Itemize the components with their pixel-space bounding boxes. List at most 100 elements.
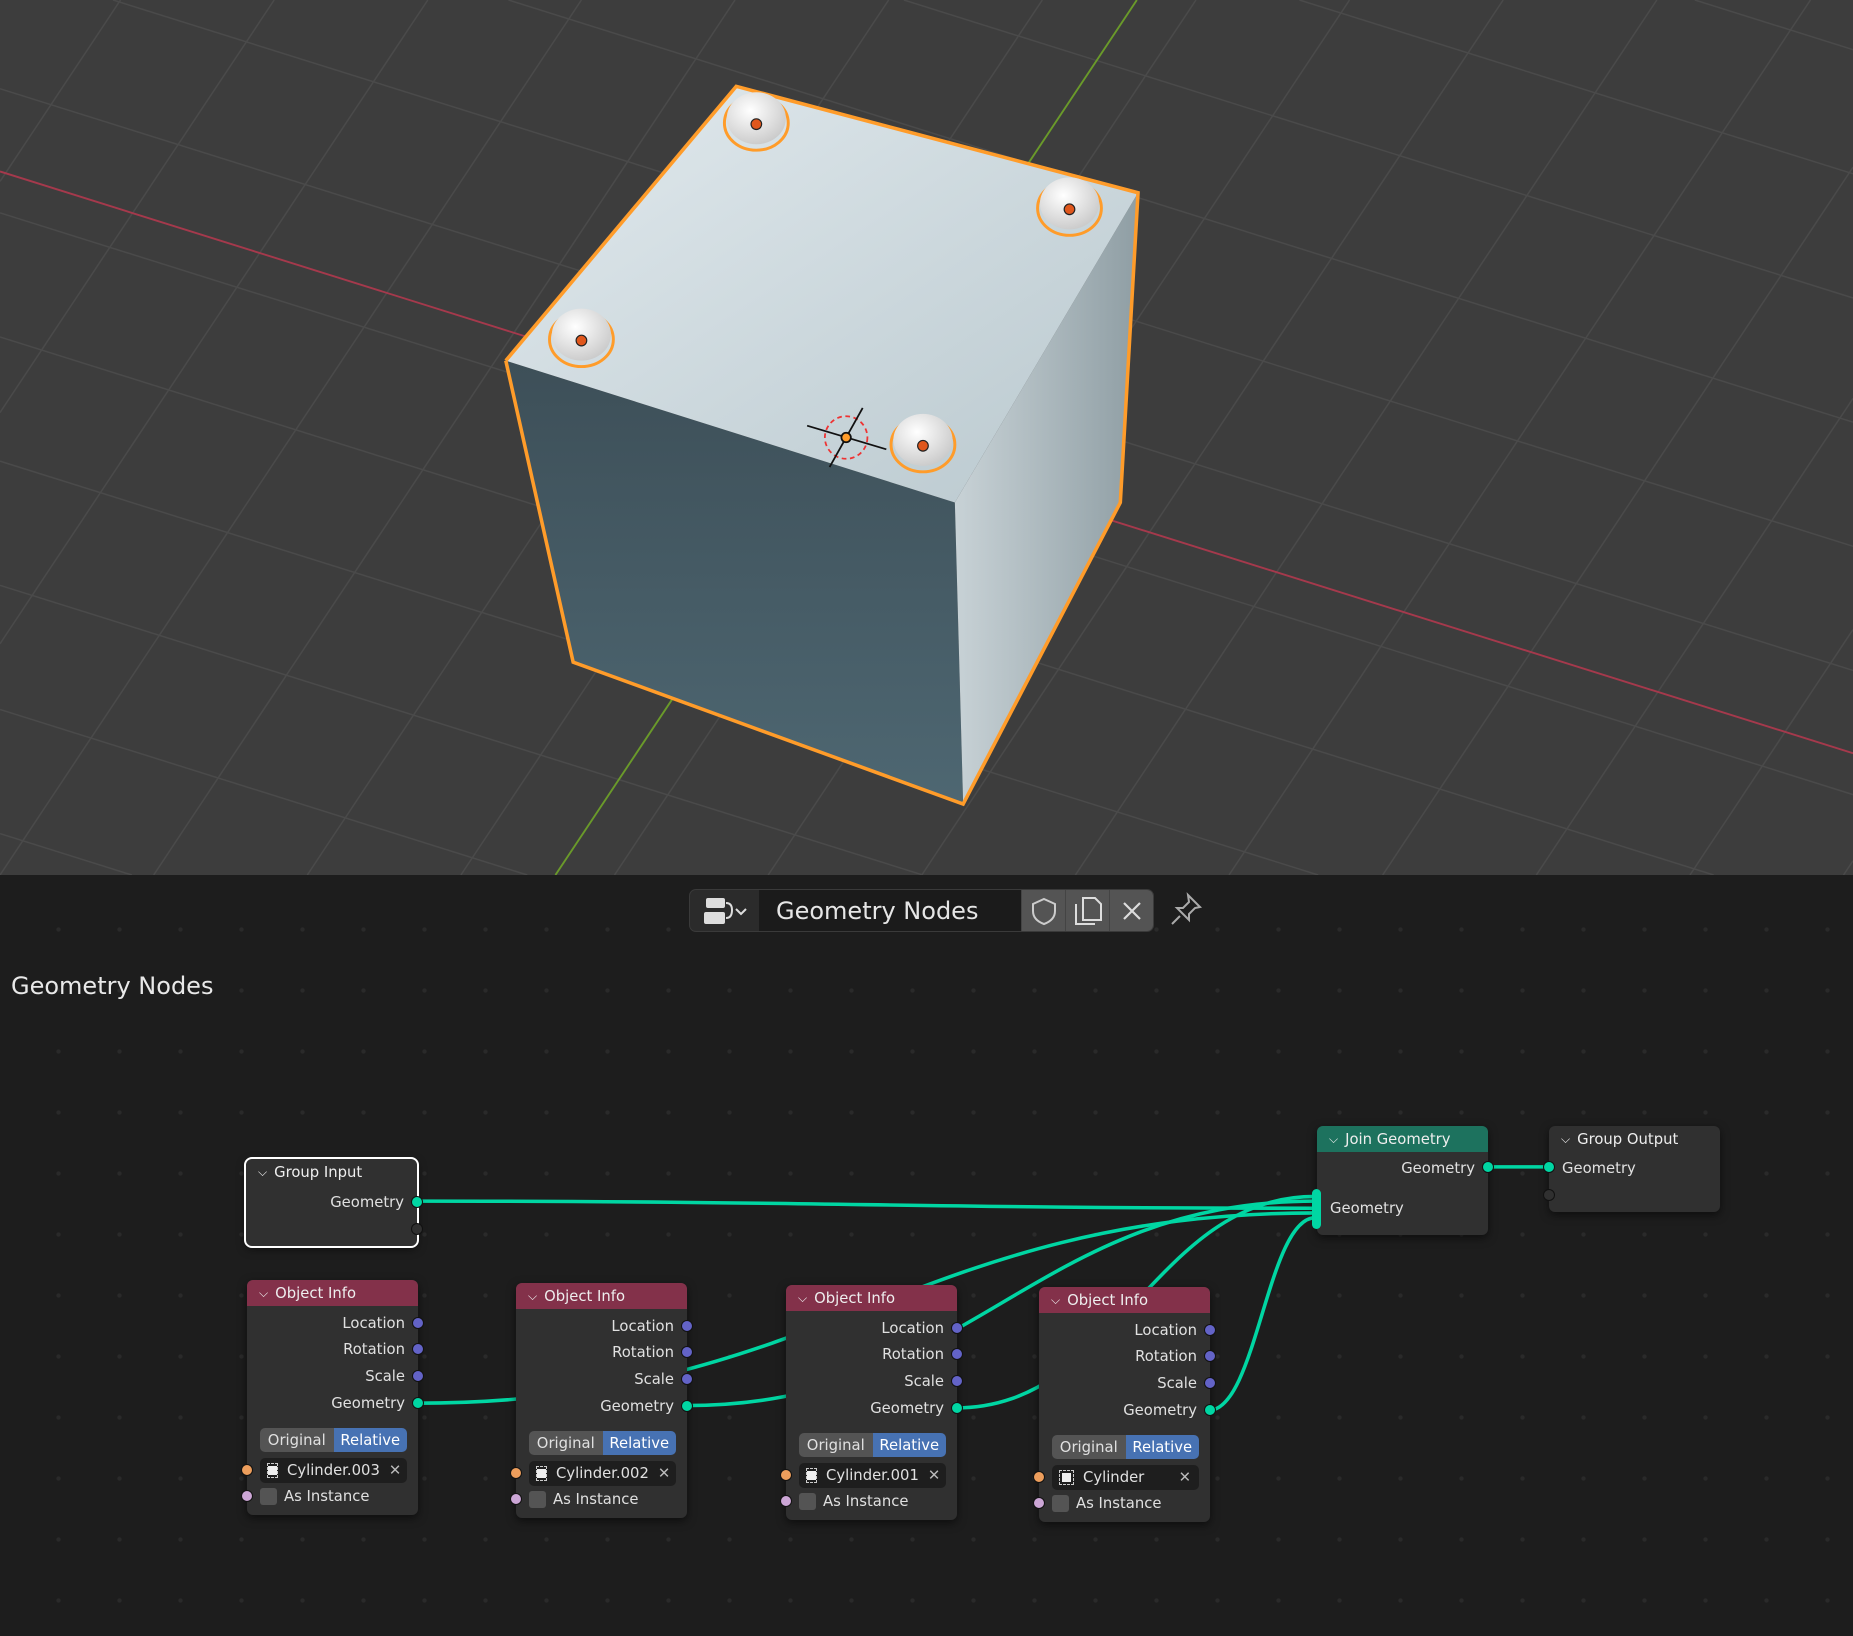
input-label: Geometry — [1562, 1159, 1636, 1177]
output-label: Location — [881, 1319, 944, 1337]
object-field[interactable]: Cylinder.001 ✕ — [799, 1463, 946, 1488]
empty-socket[interactable] — [1543, 1189, 1555, 1201]
editor-title: Geometry Nodes — [11, 972, 214, 1000]
geometry-input-socket[interactable] — [1543, 1161, 1555, 1173]
fake-user-button[interactable] — [1021, 890, 1065, 931]
vector-output-socket[interactable] — [412, 1370, 424, 1382]
collapse-chevron-icon[interactable]: ⌵ — [1329, 1132, 1338, 1147]
vector-output-socket[interactable] — [1204, 1350, 1216, 1362]
group-output-node[interactable]: ⌵ Group Output Geometry — [1543, 1126, 1720, 1212]
geometry-output-socket[interactable] — [412, 1397, 424, 1409]
join-geometry-node[interactable]: ⌵ Join Geometry Geometry Geometry — [1312, 1126, 1494, 1235]
node-link — [417, 1199, 1316, 1211]
duplicate-icon — [1074, 896, 1102, 925]
as-instance-label: As Instance — [284, 1488, 370, 1505]
vector-output-socket[interactable] — [1204, 1324, 1216, 1336]
relative-option[interactable]: Relative — [872, 1433, 946, 1457]
vector-output-socket[interactable] — [681, 1373, 693, 1385]
original-option[interactable]: Original — [799, 1433, 873, 1457]
original-option[interactable]: Original — [529, 1431, 603, 1455]
object-info-node[interactable]: ⌵ Object Info Location Rotation Scale Geometr… — [1033, 1287, 1216, 1522]
object-input-socket[interactable] — [510, 1467, 522, 1479]
clear-object-icon[interactable]: ✕ — [658, 1465, 670, 1482]
duplicate-button[interactable] — [1065, 890, 1109, 931]
transform-space-toggle[interactable]: Original Relative — [529, 1431, 676, 1455]
object-info-node[interactable]: ⌵ Object Info Location Rotation Scale Geometr… — [510, 1283, 693, 1518]
vector-output-socket[interactable] — [1204, 1377, 1216, 1389]
clear-object-icon[interactable]: ✕ — [389, 1462, 401, 1479]
geometry-output-socket[interactable] — [1204, 1404, 1216, 1416]
object-info-node[interactable]: ⌵ Object Info Location Rotation Scale Geometr… — [780, 1285, 963, 1520]
as-instance-checkbox[interactable] — [1052, 1495, 1069, 1512]
object-icon — [267, 1463, 278, 1478]
group-input-node[interactable]: ⌵ Group Input Geometry — [244, 1157, 423, 1248]
node-editor[interactable]: Geometry Nodes Geometry Nodes ⌵ Group Inp… — [0, 875, 1853, 1636]
vector-output-socket[interactable] — [951, 1375, 963, 1387]
transform-space-toggle[interactable]: Original Relative — [799, 1433, 946, 1457]
collapse-chevron-icon[interactable]: ⌵ — [798, 1291, 807, 1306]
editor-type-button[interactable] — [690, 890, 759, 931]
clear-object-icon[interactable]: ✕ — [928, 1467, 940, 1484]
bool-input-socket[interactable] — [780, 1495, 792, 1507]
vector-output-socket[interactable] — [681, 1320, 693, 1332]
output-label: Rotation — [882, 1345, 944, 1363]
object-icon — [536, 1466, 547, 1481]
as-instance-checkbox[interactable] — [529, 1491, 546, 1508]
output-label: Location — [611, 1317, 674, 1335]
output-label: Scale — [1157, 1374, 1197, 1392]
node-title: Join Geometry — [1345, 1130, 1451, 1148]
object-field[interactable]: Cylinder ✕ — [1052, 1465, 1199, 1490]
clear-object-icon[interactable]: ✕ — [1179, 1469, 1191, 1486]
as-instance-checkbox[interactable] — [799, 1493, 816, 1510]
object-field[interactable]: Cylinder.003 ✕ — [260, 1458, 407, 1483]
object-name: Cylinder.001 — [826, 1467, 919, 1484]
transform-space-toggle[interactable]: Original Relative — [260, 1428, 407, 1452]
bool-input-socket[interactable] — [241, 1490, 253, 1502]
transform-space-toggle[interactable]: Original Relative — [1052, 1435, 1199, 1459]
vector-output-socket[interactable] — [951, 1322, 963, 1334]
object-field[interactable]: Cylinder.002 ✕ — [529, 1461, 676, 1486]
original-option[interactable]: Original — [1052, 1435, 1126, 1459]
bool-input-socket[interactable] — [1033, 1497, 1045, 1509]
relative-option[interactable]: Relative — [602, 1431, 676, 1455]
object-info-node[interactable]: ⌵ Object Info Location Rotation Scale Geometr… — [241, 1280, 424, 1515]
geometry-output-socket[interactable] — [681, 1400, 693, 1412]
collapse-chevron-icon[interactable]: ⌵ — [258, 1165, 267, 1180]
as-instance-checkbox[interactable] — [260, 1488, 277, 1505]
output-label: Scale — [634, 1370, 674, 1388]
relative-option[interactable]: Relative — [1125, 1435, 1199, 1459]
geometry-output-socket[interactable] — [951, 1402, 963, 1414]
3d-viewport[interactable] — [0, 0, 1853, 875]
output-label: Scale — [365, 1367, 405, 1385]
object-input-socket[interactable] — [1033, 1471, 1045, 1483]
node-tree-selector[interactable]: Geometry Nodes — [689, 889, 1154, 932]
vector-output-socket[interactable] — [412, 1317, 424, 1329]
object-name: Cylinder — [1083, 1469, 1145, 1486]
geometry-output-socket[interactable] — [1482, 1161, 1494, 1173]
vector-output-socket[interactable] — [951, 1348, 963, 1360]
relative-option[interactable]: Relative — [333, 1428, 407, 1452]
as-instance-label: As Instance — [823, 1493, 909, 1510]
collapse-chevron-icon[interactable]: ⌵ — [1051, 1293, 1060, 1308]
output-label: Location — [342, 1314, 405, 1332]
multi-input-socket[interactable] — [1312, 1189, 1321, 1229]
collapse-chevron-icon[interactable]: ⌵ — [528, 1289, 537, 1304]
collapse-chevron-icon[interactable]: ⌵ — [259, 1286, 268, 1301]
empty-socket[interactable] — [411, 1223, 423, 1235]
pin-button[interactable] — [1168, 892, 1204, 932]
original-option[interactable]: Original — [260, 1428, 334, 1452]
as-instance-label: As Instance — [553, 1491, 639, 1508]
object-input-socket[interactable] — [241, 1464, 253, 1476]
output-label: Geometry — [1401, 1159, 1475, 1177]
object-name: Cylinder.002 — [556, 1465, 649, 1482]
output-label: Geometry — [600, 1397, 674, 1415]
object-input-socket[interactable] — [780, 1469, 792, 1481]
node-tree-name-field[interactable]: Geometry Nodes — [759, 890, 1021, 931]
vector-output-socket[interactable] — [681, 1346, 693, 1358]
unlink-button[interactable] — [1109, 890, 1153, 931]
collapse-chevron-icon[interactable]: ⌵ — [1561, 1132, 1570, 1147]
geometry-output-socket[interactable] — [411, 1196, 423, 1208]
vector-output-socket[interactable] — [412, 1343, 424, 1355]
output-label: Geometry — [331, 1394, 405, 1412]
bool-input-socket[interactable] — [510, 1493, 522, 1505]
